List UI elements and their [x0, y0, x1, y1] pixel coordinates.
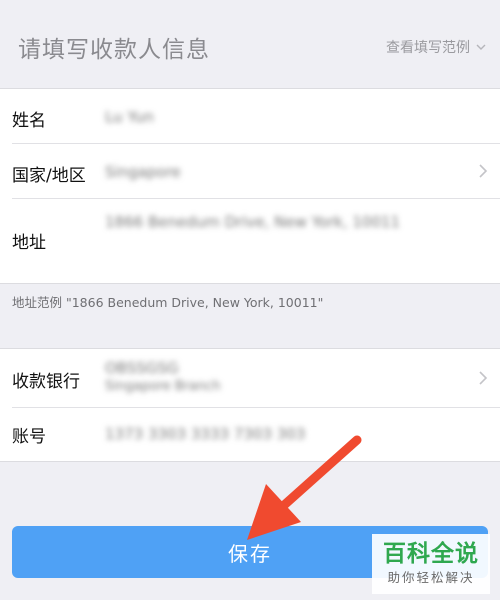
view-example-link[interactable]: 查看填写范例: [386, 37, 486, 57]
chevron-right-icon: [479, 371, 488, 385]
bank-value[interactable]: OBSSGSG: [105, 359, 179, 377]
watermark-sub-text: 助你轻松解决: [387, 570, 475, 586]
watermark-main-text: 百科全说: [383, 541, 479, 568]
country-row[interactable]: 国家/地区 Singapore: [0, 144, 500, 198]
payee-info-group: 姓名 Lu Yun 国家/地区 Singapore 地址 1866 Benedu…: [0, 88, 500, 284]
chevron-down-icon: [476, 44, 486, 50]
address-example-hint: 地址范例 "1866 Benedum Drive, New York, 1001…: [12, 295, 324, 310]
country-label: 国家/地区: [12, 166, 86, 186]
name-value[interactable]: Lu Yun: [105, 108, 154, 126]
account-label: 账号: [12, 427, 46, 447]
watermark-logo: 百科全说 助你轻松解决: [372, 534, 490, 594]
name-row[interactable]: 姓名 Lu Yun: [0, 89, 500, 143]
account-value[interactable]: 1373 3303 3333 7303 303: [105, 425, 305, 443]
account-row[interactable]: 账号 1373 3303 3333 7303 303: [0, 408, 500, 461]
page-title: 请填写收款人信息: [18, 37, 210, 63]
bank-row[interactable]: 收款银行 OBSSGSG Singapore Branch: [0, 349, 500, 407]
address-label: 地址: [12, 233, 46, 253]
view-example-label: 查看填写范例: [386, 40, 470, 56]
bank-branch-value: Singapore Branch: [105, 379, 221, 394]
form-page: 请填写收款人信息 查看填写范例 姓名 Lu Yun 国家/地区 Singapor…: [0, 0, 500, 600]
country-value[interactable]: Singapore: [105, 163, 181, 181]
name-label: 姓名: [12, 111, 46, 131]
bank-info-group: 收款银行 OBSSGSG Singapore Branch 账号 1373 33…: [0, 348, 500, 462]
chevron-right-icon: [479, 164, 488, 178]
address-row[interactable]: 地址 1866 Benedum Drive, New York, 10011: [0, 199, 500, 283]
bank-label: 收款银行: [12, 372, 80, 392]
address-value[interactable]: 1866 Benedum Drive, New York, 10011: [105, 213, 400, 231]
section-header: 请填写收款人信息 查看填写范例: [0, 0, 500, 88]
